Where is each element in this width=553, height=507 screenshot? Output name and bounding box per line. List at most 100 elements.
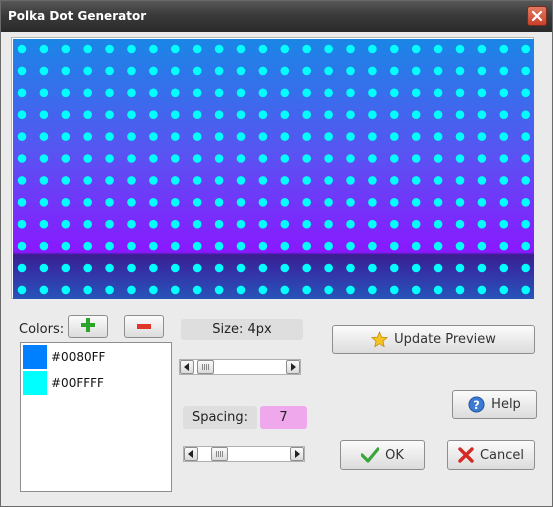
size-slider-thumb[interactable] — [197, 360, 214, 374]
polka-dot — [39, 44, 49, 54]
polka-dot — [83, 66, 92, 76]
polka-dot — [61, 176, 71, 185]
polka-dot — [258, 132, 268, 141]
polka-dot — [236, 88, 246, 98]
polka-dot — [302, 241, 312, 251]
spacing-slider[interactable] — [183, 446, 305, 462]
color-hex-label: #0080FF — [51, 350, 106, 364]
color-list[interactable]: #0080FF #00FFFF — [20, 342, 172, 492]
size-slider[interactable] — [179, 359, 301, 375]
polka-dot — [149, 198, 158, 207]
close-button[interactable] — [527, 6, 547, 26]
polka-dot — [324, 88, 333, 98]
polka-dot — [302, 285, 312, 295]
polka-dot — [192, 66, 202, 76]
polka-dot — [192, 241, 202, 251]
color-list-item[interactable]: #00FFFF — [23, 371, 169, 395]
polka-dot — [390, 219, 399, 229]
spacing-value-field[interactable]: 7 — [260, 406, 307, 429]
polka-dot — [83, 44, 92, 54]
spacing-slider-right-arrow[interactable] — [290, 447, 304, 461]
spacing-value: 7 — [279, 410, 288, 425]
cancel-button[interactable]: Cancel — [447, 440, 535, 470]
polka-dot — [192, 88, 202, 98]
polka-dot — [477, 198, 487, 207]
color-list-item[interactable]: #0080FF — [23, 345, 169, 369]
polka-dot — [192, 219, 202, 229]
polka-dot — [258, 219, 268, 229]
polka-dot — [105, 66, 114, 76]
polka-dot — [368, 176, 377, 185]
polka-dot — [390, 176, 399, 185]
polka-dot — [433, 176, 443, 185]
polka-dot — [433, 285, 443, 295]
polka-dot — [17, 132, 27, 141]
polka-dot — [39, 176, 49, 185]
polka-dot — [171, 154, 180, 163]
title-bar[interactable]: Polka Dot Generator — [1, 1, 552, 32]
polka-dot — [17, 66, 27, 76]
size-slider-right-arrow[interactable] — [286, 360, 300, 374]
update-preview-button[interactable]: Update Preview — [332, 325, 535, 354]
window-title: Polka Dot Generator — [8, 9, 147, 23]
polka-dot — [433, 66, 443, 76]
polka-dot — [17, 154, 27, 163]
polka-dot — [127, 285, 136, 295]
polka-dot — [17, 285, 27, 295]
polka-dot — [127, 219, 136, 229]
polka-dot — [368, 263, 377, 273]
polka-dot — [171, 88, 180, 98]
minus-icon — [137, 319, 151, 334]
polka-dot — [171, 263, 180, 273]
polka-dot — [105, 154, 114, 163]
polka-dot — [171, 110, 180, 119]
polka-dot — [39, 263, 49, 273]
polka-dot — [61, 198, 71, 207]
polka-dot — [280, 219, 290, 229]
polka-dot — [171, 44, 180, 54]
polka-dot — [280, 154, 290, 163]
polka-dot — [411, 198, 421, 207]
polka-dot — [127, 198, 136, 207]
polka-dot — [346, 44, 355, 54]
polka-dot — [499, 219, 509, 229]
polka-dot — [83, 132, 92, 141]
polka-dot — [411, 154, 421, 163]
polka-dot — [499, 154, 509, 163]
polka-dot — [368, 110, 377, 119]
polka-dot — [149, 285, 158, 295]
help-button[interactable]: ? Help — [452, 390, 537, 419]
polka-dot — [236, 219, 246, 229]
polka-dot — [390, 198, 399, 207]
polka-dot — [368, 285, 377, 295]
polka-dot — [39, 285, 49, 295]
add-color-button[interactable] — [68, 315, 108, 338]
polka-dot — [83, 241, 92, 251]
polka-dot — [17, 263, 27, 273]
size-slider-left-arrow[interactable] — [180, 360, 194, 374]
spacing-slider-thumb[interactable] — [211, 447, 228, 461]
polka-dot — [390, 132, 399, 141]
spacing-slider-left-arrow[interactable] — [184, 447, 198, 461]
polka-dot — [192, 263, 202, 273]
polka-dot — [192, 132, 202, 141]
ok-button[interactable]: OK — [340, 440, 425, 470]
polka-dot — [214, 132, 224, 141]
polka-dot — [499, 44, 509, 54]
polka-dot — [477, 285, 487, 295]
polka-dot — [390, 241, 399, 251]
polka-dot — [149, 66, 158, 76]
polka-dot — [258, 198, 268, 207]
preview-area — [11, 37, 534, 299]
polka-dot — [499, 66, 509, 76]
polka-dot — [521, 198, 530, 207]
polka-dot — [105, 132, 114, 141]
polka-dot — [214, 241, 224, 251]
polka-dot — [477, 132, 487, 141]
remove-color-button[interactable] — [124, 315, 164, 338]
polka-dot — [280, 132, 290, 141]
dialog-window: Polka Dot Generator Colors: #0080FF #00F… — [0, 0, 553, 507]
polka-dot — [455, 132, 465, 141]
polka-dot — [149, 263, 158, 273]
x-icon — [458, 447, 474, 463]
